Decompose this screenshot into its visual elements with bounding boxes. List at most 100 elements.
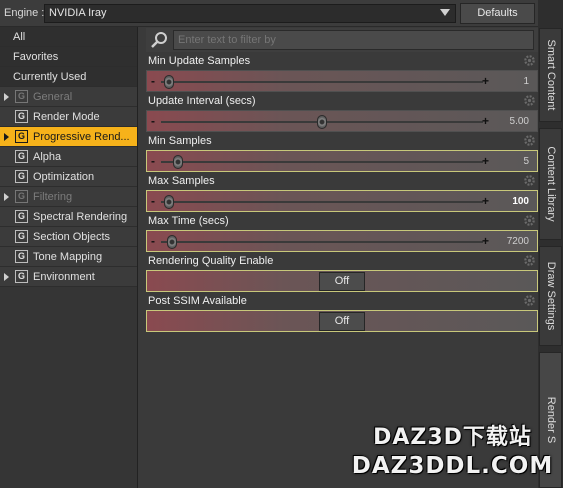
tab-draw-settings[interactable]: Draw Settings — [539, 246, 562, 346]
property-slider[interactable]: - +5 — [146, 150, 538, 172]
nav-item-label: Currently Used — [13, 71, 87, 83]
nav-category-item[interactable]: G Alpha — [0, 147, 137, 167]
slider-track[interactable] — [161, 161, 483, 163]
expand-arrow-icon[interactable] — [4, 273, 9, 281]
search-icon[interactable] — [149, 30, 171, 50]
increment-button[interactable]: + — [482, 115, 489, 127]
category-list: G General G Render Mode G Progressive Rend...… — [0, 87, 137, 287]
expand-arrow-icon[interactable] — [4, 193, 9, 201]
group-icon: G — [15, 190, 28, 203]
tab-smart-content[interactable]: Smart Content — [539, 28, 562, 122]
nav-category-item[interactable]: G General — [0, 87, 137, 107]
group-icon: G — [15, 170, 28, 183]
decrement-button[interactable]: - — [151, 75, 155, 87]
property-row: Update Interval (secs) - +5.00 — [146, 93, 538, 133]
watermark-line-1: DAZ3D下载站 — [373, 425, 532, 450]
right-tab-strip: Smart Content Content Library Draw Setti… — [538, 0, 563, 488]
property-value[interactable]: 5 — [523, 156, 529, 167]
toggle-button[interactable]: Off — [319, 272, 365, 291]
nav-category-label: Alpha — [33, 151, 62, 163]
nav-item-label: Favorites — [13, 51, 59, 63]
increment-button[interactable]: + — [482, 155, 489, 167]
property-label: Min Update Samples — [148, 55, 251, 67]
nav-item-all[interactable]: All — [0, 27, 137, 47]
nav-category-item[interactable]: G Filtering — [0, 187, 137, 207]
watermark: DAZ3D下载站 DAZ3DDL.COM — [350, 424, 555, 480]
gear-icon[interactable] — [523, 54, 536, 67]
property-row: Max Time (secs) - +7200 — [146, 213, 538, 253]
nav-category-label: Filtering — [33, 191, 73, 203]
property-value[interactable]: 5.00 — [510, 116, 529, 127]
slider-thumb[interactable] — [317, 115, 327, 129]
property-label: Update Interval (secs) — [148, 95, 256, 107]
property-value[interactable]: 100 — [512, 196, 529, 207]
property-slider[interactable]: - +7200 — [146, 230, 538, 252]
slider-thumb[interactable] — [164, 195, 175, 209]
property-toggle-field[interactable]: Off — [146, 310, 538, 332]
nav-category-item[interactable]: G Environment — [0, 267, 137, 287]
tab-content-library[interactable]: Content Library — [539, 128, 562, 240]
gear-icon[interactable] — [523, 134, 536, 147]
property-value[interactable]: 1 — [523, 76, 529, 87]
group-icon: G — [15, 250, 28, 263]
property-label: Min Samples — [148, 135, 212, 147]
filter-input[interactable] — [173, 30, 534, 50]
engine-bar: Engine : NVIDIA Iray Defaults — [0, 0, 538, 27]
engine-label: Engine : — [4, 7, 45, 19]
category-sidebar: All Favorites Currently Used G General G Re… — [0, 27, 138, 488]
property-value[interactable]: 7200 — [507, 236, 529, 247]
property-slider[interactable]: - +1 — [146, 70, 538, 92]
property-row: Min Update Samples - +1 — [146, 53, 538, 93]
nav-category-item[interactable]: G Progressive Rend... — [0, 127, 137, 147]
nav-category-label: Progressive Rend... — [33, 131, 130, 143]
slider-thumb[interactable] — [167, 235, 178, 249]
nav-category-label: Section Objects — [33, 231, 111, 243]
increment-button[interactable]: + — [482, 75, 489, 87]
decrement-button[interactable]: - — [151, 235, 155, 247]
nav-category-item[interactable]: G Render Mode — [0, 107, 137, 127]
nav-item-currently-used[interactable]: Currently Used — [0, 67, 137, 87]
decrement-button[interactable]: - — [151, 195, 155, 207]
engine-dropdown-value: NVIDIA Iray — [49, 7, 107, 19]
slider-thumb[interactable] — [173, 155, 184, 169]
filter-bar — [146, 28, 538, 52]
slider-track[interactable] — [161, 201, 483, 203]
tab-label: Draw Settings — [544, 261, 557, 331]
decrement-button[interactable]: - — [151, 155, 155, 167]
property-row: Max Samples - +100 — [146, 173, 538, 213]
chevron-down-icon — [440, 9, 450, 16]
defaults-button[interactable]: Defaults — [460, 3, 535, 24]
toggle-button[interactable]: Off — [319, 312, 365, 331]
nav-category-label: General — [33, 91, 73, 103]
slider-track[interactable] — [161, 241, 483, 243]
slider-thumb[interactable] — [164, 75, 175, 89]
group-icon: G — [15, 230, 28, 243]
property-toggle-field[interactable]: Off — [146, 270, 538, 292]
property-slider[interactable]: - +5.00 — [146, 110, 538, 132]
engine-dropdown[interactable]: NVIDIA Iray — [44, 4, 456, 23]
gear-icon[interactable] — [523, 174, 536, 187]
property-row: Min Samples - +5 — [146, 133, 538, 173]
property-label: Post SSIM Available — [148, 295, 247, 307]
expand-arrow-icon[interactable] — [4, 133, 9, 141]
nav-category-label: Optimization — [33, 171, 95, 183]
nav-category-label: Spectral Rendering — [33, 211, 128, 223]
decrement-button[interactable]: - — [151, 115, 155, 127]
gear-icon[interactable] — [523, 294, 536, 307]
gear-icon[interactable] — [523, 214, 536, 227]
nav-category-item[interactable]: G Section Objects — [0, 227, 137, 247]
gear-icon[interactable] — [523, 94, 536, 107]
increment-button[interactable]: + — [482, 195, 489, 207]
property-label: Rendering Quality Enable — [148, 255, 274, 267]
property-slider[interactable]: - +100 — [146, 190, 538, 212]
expand-arrow-icon[interactable] — [4, 93, 9, 101]
nav-category-item[interactable]: G Tone Mapping — [0, 247, 137, 267]
nav-category-item[interactable]: G Optimization — [0, 167, 137, 187]
nav-category-item[interactable]: G Spectral Rendering — [0, 207, 137, 227]
increment-button[interactable]: + — [482, 235, 489, 247]
gear-icon[interactable] — [523, 254, 536, 267]
property-row: Post SSIM Available Off — [146, 293, 538, 333]
nav-category-label: Render Mode — [33, 111, 100, 123]
nav-item-favorites[interactable]: Favorites — [0, 47, 137, 67]
slider-track[interactable] — [161, 81, 483, 83]
